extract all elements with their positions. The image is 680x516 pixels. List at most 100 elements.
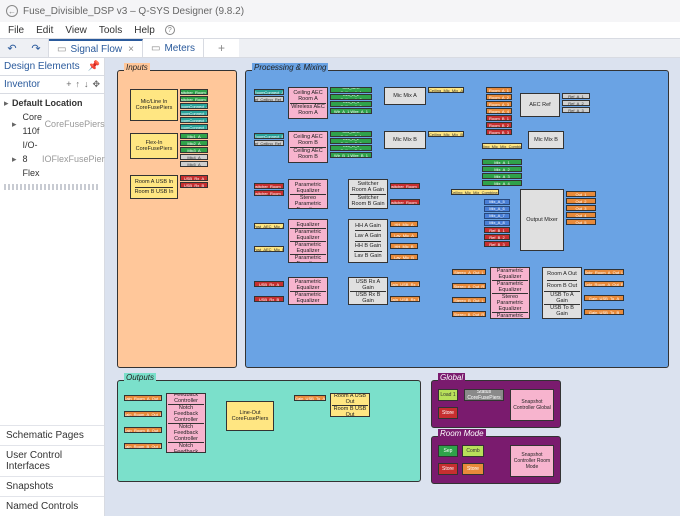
tag[interactable]: Ceiling_Mic_Mix_A bbox=[428, 87, 464, 93]
tag[interactable]: Ceil_A_3 Ceiling_A_3 bbox=[330, 101, 372, 107]
tag[interactable]: Switcher_Room_A bbox=[180, 89, 208, 95]
tag[interactable]: RoomConnect_B bbox=[180, 110, 208, 116]
group-global[interactable]: Global Load 1 Status CoreFusePiers Store… bbox=[431, 380, 561, 428]
tag[interactable]: Mix_A_5 bbox=[484, 199, 510, 205]
tag[interactable]: Mix_A_1 bbox=[482, 159, 522, 165]
block-micmix-a[interactable]: Mic Mix A bbox=[384, 87, 426, 105]
tag[interactable]: Room_A_4 bbox=[486, 108, 512, 114]
tag[interactable]: Ref_A_2 bbox=[562, 100, 590, 106]
tag[interactable]: RoomConnect_C bbox=[180, 117, 208, 123]
tag[interactable]: Ref_B_1 bbox=[484, 227, 510, 233]
tag[interactable]: Out_3 bbox=[566, 205, 596, 211]
menu-help[interactable]: Help bbox=[128, 25, 161, 36]
group-roommode[interactable]: Room Mode Sep Comb Store Store Snapshot … bbox=[431, 436, 561, 484]
block-usb-out[interactable]: Room A USB OutRoom B USB Out bbox=[330, 393, 370, 417]
tag[interactable]: Post_AEC_Mic_B bbox=[254, 246, 284, 252]
tag[interactable]: RoomConnect_A bbox=[180, 103, 208, 109]
tag[interactable]: Gain_USB_To_A bbox=[584, 295, 624, 301]
menu-file[interactable]: File bbox=[2, 25, 30, 36]
nav-icon[interactable]: ✥ bbox=[92, 79, 100, 90]
block-aec-room-b[interactable]: Ceiling AEC Room BCeiling AEC Room B bbox=[288, 131, 328, 163]
tag[interactable]: Mic4_A bbox=[180, 154, 208, 160]
tag[interactable]: Gain_USB_To_A bbox=[294, 395, 326, 401]
tag[interactable]: Lav_Mic_B bbox=[390, 254, 418, 260]
up-icon[interactable]: ↑ bbox=[75, 79, 80, 90]
block-lineout[interactable]: Line-Out CoreFusePiers bbox=[226, 401, 274, 431]
tag[interactable]: Ceil_A_2 Ceiling_A_2 bbox=[330, 94, 372, 100]
btn-load[interactable]: Load 1 bbox=[438, 389, 458, 401]
tag[interactable]: Mic3_A bbox=[180, 147, 208, 153]
tree-core[interactable]: ▸Core 110f CoreFusePiers bbox=[4, 110, 100, 138]
block-out-gain[interactable]: Room A OutRoom B Out USB To A GainUSB To… bbox=[542, 267, 582, 319]
group-procmix[interactable]: Processing & Mixing RoomConnect_A Ref_Ce… bbox=[245, 70, 669, 368]
block-aecref[interactable]: AEC Ref bbox=[520, 93, 560, 117]
tag[interactable]: Ceiling_Mic_Mix_B bbox=[428, 131, 464, 137]
tag[interactable]: Gain_Room_A_Out_R bbox=[124, 411, 162, 417]
menu-view[interactable]: View bbox=[59, 25, 93, 36]
tag[interactable]: Ref_A_3 bbox=[562, 107, 590, 113]
tag[interactable]: Post_AEC_Mic_A bbox=[254, 223, 284, 229]
block-out-peq[interactable]: Stereo Parametric EqualizerParametric Eq… bbox=[490, 267, 530, 319]
tag[interactable]: Switcher_Room_B bbox=[180, 96, 208, 102]
tag[interactable]: Out_2 bbox=[566, 198, 596, 204]
tag[interactable]: Room_B_2 bbox=[486, 122, 512, 128]
tag[interactable]: Mix_A_7 bbox=[484, 213, 510, 219]
tag[interactable]: Spkr_Room_A_Out_L bbox=[584, 269, 624, 275]
tag[interactable]: Room_A_3 bbox=[486, 101, 512, 107]
tag[interactable]: Stereo_B_Out_L bbox=[452, 297, 486, 303]
tag[interactable]: Gain_USB_Rx_B bbox=[390, 296, 420, 302]
tag[interactable]: Ref_Ceiling_Ref_A bbox=[254, 96, 284, 102]
block-status[interactable]: Status CoreFusePiers bbox=[464, 389, 504, 401]
tag[interactable]: Stereo_A_Out_L bbox=[452, 269, 486, 275]
btn-store2[interactable]: Store bbox=[462, 463, 484, 475]
tag[interactable]: Switcher_Room_B bbox=[390, 199, 420, 205]
tag[interactable]: Gain_USB_To_B bbox=[584, 309, 624, 315]
tag[interactable]: Spkr_Room_A_Out_R bbox=[584, 281, 624, 287]
tab-meters[interactable]: ▭ Meters bbox=[143, 39, 204, 57]
block-aec-room-a[interactable]: Ceiling AEC Room AWireless AEC Room A bbox=[288, 87, 328, 119]
tree-io[interactable]: ▸I/O-8 Flex IOFlexFusePiers bbox=[4, 138, 100, 180]
menu-tools[interactable]: Tools bbox=[93, 25, 128, 36]
block-peq-usb[interactable]: Parametric EqualizerParametric Equalizer bbox=[288, 277, 328, 305]
tag[interactable]: Switcher_Room_B bbox=[254, 190, 284, 196]
tag[interactable]: Switcher_Room_A bbox=[390, 183, 420, 189]
tag[interactable]: Stereo_B_Out_R bbox=[452, 311, 486, 317]
tag[interactable]: Wir_B_1 Wire_B_1 bbox=[330, 152, 372, 158]
tag[interactable]: Ceiling_Mic_Mix_Combined bbox=[482, 143, 522, 149]
down-icon[interactable]: ↓ bbox=[84, 79, 89, 90]
tag[interactable]: Mix_A_8 bbox=[484, 220, 510, 226]
tag[interactable]: Ref_Ceiling_Ref_B bbox=[254, 140, 284, 146]
tag[interactable]: Ceil_AEC Ceiling_A_1 bbox=[330, 87, 372, 93]
block-peq-set[interactable]: Parametric EqualizerParametric Equalizer… bbox=[288, 219, 328, 263]
tag[interactable]: Switcher_Room_A bbox=[254, 183, 284, 189]
link-user-control[interactable]: User Control Interfaces bbox=[0, 445, 104, 476]
tag[interactable]: Gain_Room_A_Out_L bbox=[124, 395, 162, 401]
block-snap-global[interactable]: Snapshot Controller Global bbox=[510, 389, 554, 421]
tag[interactable]: Room_A_1 bbox=[486, 87, 512, 93]
redo-icon[interactable]: ↷ bbox=[24, 39, 48, 57]
link-schematic-pages[interactable]: Schematic Pages bbox=[0, 425, 104, 445]
back-icon[interactable]: ← bbox=[6, 5, 18, 17]
tag[interactable]: Out_4 bbox=[566, 212, 596, 218]
group-inputs[interactable]: Inputs Mic/Line In CoreFusePiers Flex-In… bbox=[117, 70, 237, 368]
block-flexin[interactable]: Flex-In CoreFusePiers bbox=[130, 133, 178, 159]
group-outputs[interactable]: Outputs Gain_Room_A_Out_L Gain_Room_A_Ou… bbox=[117, 380, 421, 482]
block-usb-gain[interactable]: USB Rx A GainUSB Rx B Gain bbox=[348, 277, 388, 305]
tag[interactable]: Ceil_B_3 Ceiling_B_3 bbox=[330, 145, 372, 151]
link-snapshots[interactable]: Snapshots bbox=[0, 476, 104, 496]
block-snap-room[interactable]: Snapshot Controller Room Mode bbox=[510, 445, 554, 477]
block-micmix-b2[interactable]: Mic Mix B bbox=[528, 131, 564, 149]
tag[interactable]: Ref_B_3 bbox=[484, 241, 510, 247]
add-icon[interactable]: + bbox=[66, 79, 71, 90]
tag[interactable]: Ref_B_2 bbox=[484, 234, 510, 240]
btn-comb[interactable]: Comb bbox=[462, 445, 484, 457]
tag[interactable]: Mix_A_3 bbox=[482, 173, 522, 179]
block-switcher-gain[interactable]: Switcher Room A GainSwitcher Room B Gain bbox=[348, 179, 388, 209]
tag[interactable]: Mic1_A bbox=[180, 133, 208, 139]
design-elements-header[interactable]: Design Elements 📌 bbox=[0, 58, 104, 76]
tag[interactable]: Out_1 bbox=[566, 191, 596, 197]
block-stereo-eq[interactable]: Stereo Parametric EqualizerStereo Parame… bbox=[288, 179, 328, 209]
menu-edit[interactable]: Edit bbox=[30, 25, 59, 36]
tag[interactable]: HH_Mic_A bbox=[390, 221, 418, 227]
link-named-controls[interactable]: Named Controls bbox=[0, 496, 104, 516]
